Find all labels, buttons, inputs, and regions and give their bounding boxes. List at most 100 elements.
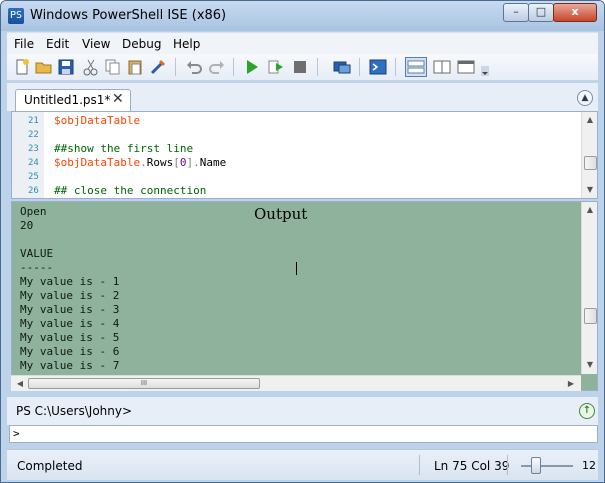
output-line: ----- [20, 261, 54, 274]
scroll-left-icon[interactable]: ◀ [14, 378, 26, 390]
code-line[interactable]: 24 $objDataTable.Rows[0].Name [12, 156, 582, 170]
powershell-app-icon: PS [8, 8, 24, 24]
open-folder-icon[interactable] [35, 58, 53, 76]
code-line[interactable]: 22 [12, 128, 582, 142]
status-separator [419, 455, 420, 475]
code-token: $objDataTable [54, 114, 141, 127]
toolbar-separator [317, 58, 318, 76]
line-number: Ln 75 [434, 459, 468, 473]
cut-icon[interactable] [82, 58, 100, 76]
code-text: ##show the first line [54, 142, 193, 155]
title-bar[interactable]: PS Windows PowerShell ISE (x86) – □ x [1, 1, 604, 31]
tab-untitled1[interactable]: Untitled1.ps1* ✕ [15, 89, 131, 111]
code-token: ##show the first line [54, 142, 194, 155]
menu-edit[interactable]: Edit [46, 37, 69, 51]
menu-help[interactable]: Help [173, 37, 200, 51]
undo-icon[interactable] [185, 58, 203, 76]
menu-view[interactable]: View [82, 37, 110, 51]
horizontal-scroll-thumb[interactable]: III [28, 378, 260, 389]
close-button[interactable]: x [553, 3, 597, 22]
ise-window: PS Windows PowerShell ISE (x86) – □ x Fi… [0, 0, 605, 483]
editor-scroll-thumb[interactable] [584, 156, 597, 170]
code-token: ## close the connection [54, 184, 207, 197]
code-token: . [167, 198, 174, 199]
code-token: $objSQLConnection [54, 198, 167, 199]
run-selection-icon[interactable] [267, 58, 285, 76]
run-icon[interactable] [243, 58, 261, 76]
column-number: Col 39 [471, 459, 510, 473]
scroll-down-icon[interactable]: ▼ [584, 359, 596, 371]
scroll-down-icon[interactable]: ▼ [584, 184, 596, 196]
console-prompt: PS C:\Users\Johny> [16, 404, 133, 418]
code-token: Close [173, 198, 206, 199]
line-number: 21 [28, 116, 39, 126]
scroll-right-icon[interactable]: ▶ [565, 378, 577, 390]
line-number: 26 [28, 186, 39, 196]
output-scroll-thumb[interactable] [584, 308, 597, 324]
code-token: $objDataTable [54, 156, 141, 169]
copy-icon[interactable] [104, 58, 122, 76]
new-file-icon[interactable] [13, 58, 31, 76]
powershell-console-icon[interactable] [369, 58, 387, 76]
output-line: Open [20, 205, 47, 218]
output-line: My value is - 2 [20, 289, 120, 302]
line-number: 23 [28, 144, 39, 154]
scroll-up-icon[interactable]: ▲ [584, 114, 596, 126]
text-caret [296, 262, 297, 275]
output-line: My value is - 5 [20, 331, 120, 344]
output-line: My value is - 6 [20, 345, 120, 358]
output-line: VALUE [20, 247, 54, 260]
code-line[interactable]: 21 $objDataTable [12, 114, 582, 128]
code-line[interactable]: 27$objSQLConnection.Close() [12, 198, 582, 199]
code-text: $objSQLConnection.Close() [54, 198, 220, 199]
save-icon[interactable] [57, 58, 75, 76]
code-line[interactable]: 23 ##show the first line [12, 142, 582, 156]
status-separator [507, 455, 508, 475]
tab-label: Untitled1.ps1* [24, 93, 111, 107]
output-line: My value is - 7 [20, 359, 120, 372]
output-label: Output [254, 205, 308, 223]
code-token: () [206, 198, 219, 199]
editor-vertical-scrollbar[interactable]: ▲ ▼ [581, 112, 597, 198]
toolbar-overflow-icon[interactable] [481, 66, 489, 76]
menu-file[interactable]: File [14, 37, 34, 51]
clear-icon[interactable] [149, 58, 167, 76]
code-token: Rows [146, 156, 174, 169]
script-tabs: Untitled1.ps1* ✕ ▲ [7, 83, 598, 111]
line-number: 22 [28, 130, 39, 140]
stop-icon[interactable] [291, 58, 309, 76]
code-text: ## close the connection [54, 184, 206, 197]
line-number: 24 [28, 158, 39, 168]
zoom-slider-track[interactable] [521, 465, 573, 467]
script-editor[interactable]: 21 $objDataTable 22 23 ##show the first line… [11, 111, 598, 199]
code-token: Name [199, 156, 227, 169]
zoom-slider-thumb[interactable] [531, 457, 541, 474]
zoom-level: 12 [582, 459, 596, 472]
code-line[interactable]: 25 [12, 170, 582, 184]
console-input[interactable]: > [9, 425, 598, 443]
code-token: . [193, 156, 200, 169]
output-horizontal-scrollbar[interactable]: ◀ III ▶ [11, 375, 581, 391]
paste-icon[interactable] [126, 58, 144, 76]
layout-max-icon[interactable] [457, 58, 475, 76]
code-text: $objDataTable [54, 114, 140, 127]
toolbar-separator [359, 58, 360, 76]
window-title: Windows PowerShell ISE (x86) [30, 8, 227, 23]
close-tab-icon[interactable]: ✕ [112, 91, 124, 107]
status-text: Completed [17, 459, 83, 473]
minimize-button[interactable]: – [503, 3, 529, 22]
output-pane[interactable]: Output Open 20 VALUE ----- My value is - 1 My… [11, 201, 598, 391]
output-vertical-scrollbar[interactable]: ▲ ▼ [581, 202, 597, 374]
collapse-pane-icon[interactable]: ▲ [577, 90, 593, 106]
code-token: [ [173, 156, 180, 169]
code-token: . [140, 156, 147, 169]
scroll-up-icon[interactable]: ▲ [584, 204, 596, 216]
show-script-pane-icon[interactable]: ↑ [579, 403, 595, 419]
maximize-button[interactable]: □ [528, 3, 554, 22]
menu-debug[interactable]: Debug [122, 37, 161, 51]
new-remote-tab-icon[interactable] [333, 58, 351, 76]
code-line[interactable]: 26 ## close the connection [12, 184, 582, 198]
layout-right-icon[interactable] [433, 58, 451, 76]
redo-icon[interactable] [208, 58, 226, 76]
layout-top-icon[interactable] [405, 57, 427, 77]
